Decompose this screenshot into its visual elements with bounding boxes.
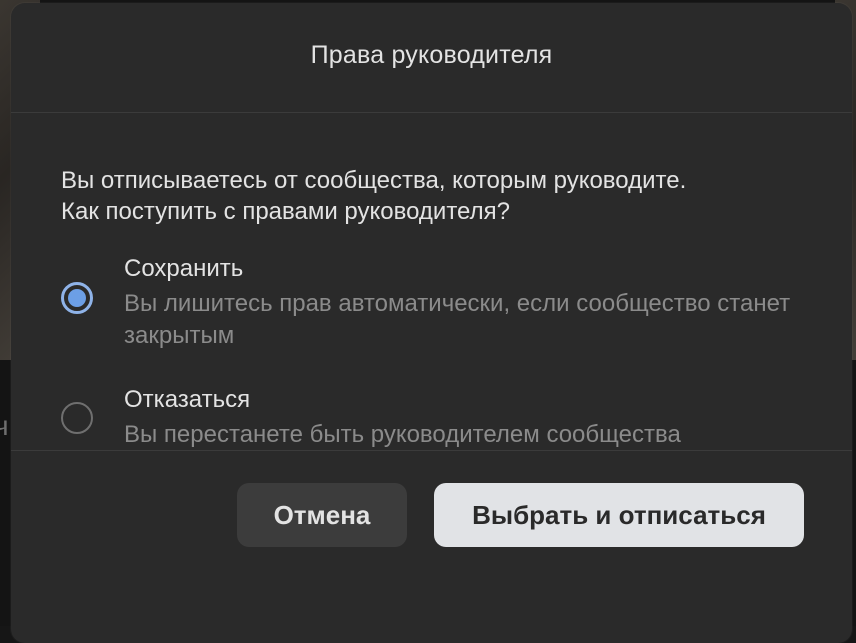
option-keep-title: Сохранить	[124, 255, 244, 282]
radio-decline[interactable]	[61, 402, 93, 434]
dialog-body: Вы отписываетесь от сообщества, которым …	[11, 113, 852, 451]
dialog-question: Вы отписываетесь от сообщества, которым …	[61, 165, 852, 227]
option-decline-text: Отказаться Вы перестанете быть руководит…	[124, 385, 814, 451]
manager-rights-dialog: Права руководителя Вы отписываетесь от с…	[11, 3, 852, 643]
question-line-1: Вы отписываетесь от сообщества, которым …	[61, 167, 687, 194]
radio-keep[interactable]	[61, 282, 93, 314]
option-decline-description: Вы перестанете быть руководителем сообще…	[124, 421, 681, 448]
cancel-button[interactable]: Отмена	[237, 483, 407, 547]
dialog-header: Права руководителя	[11, 3, 852, 113]
option-keep-text: Сохранить Вы лишитесь прав автоматически…	[124, 254, 814, 352]
option-keep-description: Вы лишитесь прав автоматически, если соо…	[124, 290, 791, 349]
confirm-unsubscribe-button[interactable]: Выбрать и отписаться	[434, 483, 804, 547]
option-decline-title: Отказаться	[124, 386, 251, 413]
option-keep[interactable]: Сохранить Вы лишитесь прав автоматически…	[61, 254, 852, 352]
dialog-title: Права руководителя	[310, 41, 553, 69]
background-text-fragment: ч	[0, 410, 9, 441]
dialog-footer: Отмена Выбрать и отписаться	[11, 451, 852, 547]
question-line-2: Как поступить с правами руководителя?	[61, 198, 510, 225]
option-decline[interactable]: Отказаться Вы перестанете быть руководит…	[61, 385, 852, 451]
